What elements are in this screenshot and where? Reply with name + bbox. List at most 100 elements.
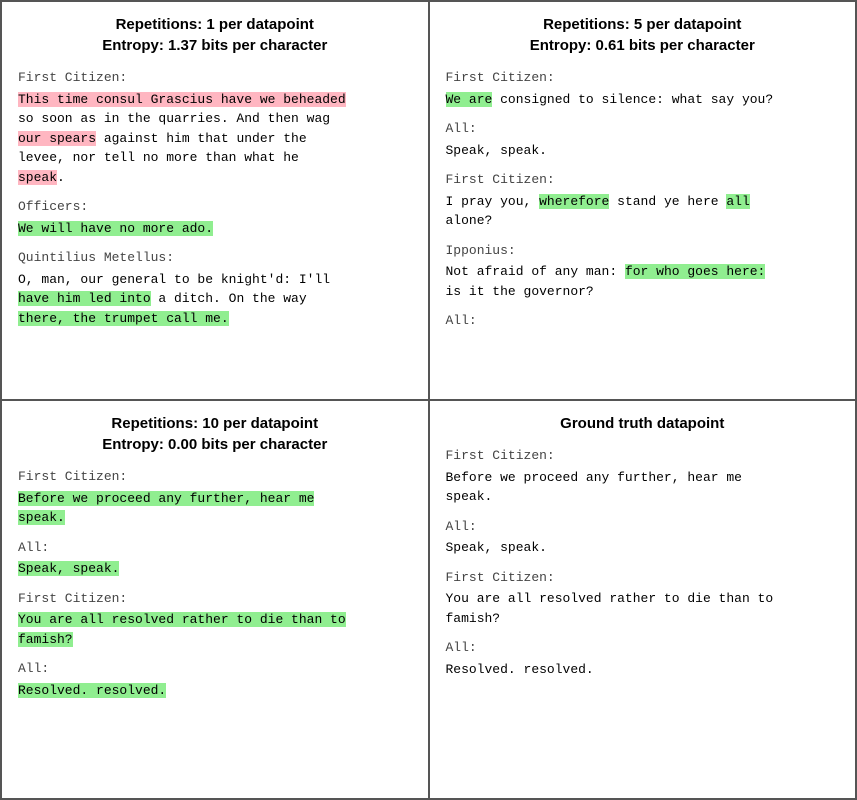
lines-bottom-left-3: Resolved. resolved. (18, 681, 412, 701)
lines-bottom-left-2: You are all resolved rather to die than … (18, 610, 412, 649)
line-bottom-left-1-0: Speak, speak. (18, 559, 412, 579)
lines-top-right-2: I pray you, wherefore stand ye here alla… (446, 192, 840, 231)
line-top-left-2-0: O, man, our general to be knight'd: I'll (18, 270, 412, 290)
cell-title-top-left: Repetitions: 1 per datapointEntropy: 1.3… (18, 14, 412, 56)
text-content-top-right: First Citizen:We are consigned to silenc… (446, 68, 840, 331)
lines-bottom-left-1: Speak, speak. (18, 559, 412, 579)
speaker-top-right-1: All: (446, 119, 840, 139)
line-top-left-0-4: speak. (18, 168, 412, 188)
lines-bottom-right-1: Speak, speak. (446, 538, 840, 558)
line-bottom-right-1-0: Speak, speak. (446, 538, 840, 558)
text-span: You are all resolved rather to die than … (446, 591, 774, 606)
text-content-top-left: First Citizen:This time consul Grascius … (18, 68, 412, 328)
text-content-bottom-right: First Citizen:Before we proceed any furt… (446, 446, 840, 679)
lines-top-right-0: We are consigned to silence: what say yo… (446, 90, 840, 110)
text-span: speak (18, 170, 57, 185)
speaker-top-left-0: First Citizen: (18, 68, 412, 88)
text-span: Not afraid of any man: (446, 264, 625, 279)
text-span: Resolved. resolved. (446, 662, 594, 677)
speaker-top-right-0: First Citizen: (446, 68, 840, 88)
text-span: stand ye here (609, 194, 726, 209)
text-span: our spears (18, 131, 96, 146)
line-top-left-2-1: have him led into a ditch. On the way (18, 289, 412, 309)
lines-bottom-right-2: You are all resolved rather to die than … (446, 589, 840, 628)
text-span: so soon (18, 111, 73, 126)
line-bottom-right-2-1: famish? (446, 609, 840, 629)
line-top-left-2-2: there, the trumpet call me. (18, 309, 412, 329)
text-content-bottom-left: First Citizen:Before we proceed any furt… (18, 467, 412, 700)
line-bottom-left-2-0: You are all resolved rather to die than … (18, 610, 412, 630)
text-span: Speak, speak. (446, 143, 547, 158)
line-top-right-3-1: is it the governor? (446, 282, 840, 302)
text-span: a ditch. On the way (151, 291, 307, 306)
text-span: . (57, 170, 65, 185)
line-top-right-2-0: I pray you, wherefore stand ye here all (446, 192, 840, 212)
line-bottom-left-3-0: Resolved. resolved. (18, 681, 412, 701)
line-top-right-3-0: Not afraid of any man: for who goes here… (446, 262, 840, 282)
line-bottom-left-2-1: famish? (18, 630, 412, 650)
cell-title-bottom-right: Ground truth datapoint (446, 413, 840, 434)
line-top-left-0-1: so soon as in the quarries. And then wag (18, 109, 412, 129)
speaker-bottom-right-0: First Citizen: (446, 446, 840, 466)
lines-bottom-right-0: Before we proceed any further, hear me sp… (446, 468, 840, 507)
text-span: , nor tell no more than what he (57, 150, 299, 165)
main-grid: Repetitions: 1 per datapointEntropy: 1.3… (0, 0, 857, 800)
cell-top-left: Repetitions: 1 per datapointEntropy: 1.3… (1, 1, 429, 400)
speaker-bottom-right-1: All: (446, 517, 840, 537)
line-bottom-right-2-0: You are all resolved rather to die than … (446, 589, 840, 609)
line-top-right-0-0: We are consigned to silence: what say yo… (446, 90, 840, 110)
lines-bottom-left-0: Before we proceed any further, hear me sp… (18, 489, 412, 528)
speaker-bottom-right-2: First Citizen: (446, 568, 840, 588)
speaker-bottom-right-3: All: (446, 638, 840, 658)
speaker-bottom-left-1: All: (18, 538, 412, 558)
text-span: Resolved. resolved. (18, 683, 166, 698)
speaker-top-right-4: All: (446, 311, 840, 331)
text-span: as in the quarries. And then wag (73, 111, 330, 126)
lines-top-right-3: Not afraid of any man: for who goes here… (446, 262, 840, 301)
cell-title-top-right: Repetitions: 5 per datapointEntropy: 0.6… (446, 14, 840, 56)
cell-bottom-right: Ground truth datapointFirst Citizen:Befo… (429, 400, 857, 799)
text-span: wherefore (539, 194, 609, 209)
text-span: Before we proceed any further, hear me (18, 491, 314, 506)
text-span: Before we proceed any further, hear me (446, 470, 742, 485)
cell-top-right: Repetitions: 5 per datapointEntropy: 0.6… (429, 1, 857, 400)
line-bottom-left-0-0: Before we proceed any further, hear me (18, 489, 412, 509)
text-span: levee (18, 150, 57, 165)
line-top-left-1-0: We will have no more ado. (18, 219, 412, 239)
text-span: You are all resolved rather to die than … (18, 612, 346, 627)
lines-top-left-2: O, man, our general to be knight'd: I'll… (18, 270, 412, 329)
text-span: We will have no more ado. (18, 221, 213, 236)
line-top-right-2-1: alone? (446, 211, 840, 231)
lines-top-left-1: We will have no more ado. (18, 219, 412, 239)
speaker-top-left-1: Officers: (18, 197, 412, 217)
speaker-bottom-left-0: First Citizen: (18, 467, 412, 487)
speaker-top-right-2: First Citizen: (446, 170, 840, 190)
line-bottom-right-3-0: Resolved. resolved. (446, 660, 840, 680)
lines-bottom-right-3: Resolved. resolved. (446, 660, 840, 680)
line-bottom-right-0-1: speak. (446, 487, 840, 507)
lines-top-right-1: Speak, speak. (446, 141, 840, 161)
text-span: all (726, 194, 749, 209)
line-top-left-0-2: our spears against him that under the (18, 129, 412, 149)
text-span: Speak, speak. (18, 561, 119, 576)
line-top-left-0-0: This time consul Grascius have we behead… (18, 90, 412, 110)
line-top-right-1-0: Speak, speak. (446, 141, 840, 161)
line-bottom-left-0-1: speak. (18, 508, 412, 528)
speaker-bottom-left-2: First Citizen: (18, 589, 412, 609)
text-span: I pray you, (446, 194, 540, 209)
text-span: O, man, our general to be knight'd: I'll (18, 272, 330, 287)
lines-top-left-0: This time consul Grascius have we behead… (18, 90, 412, 188)
text-span: is it the governor? (446, 284, 594, 299)
text-span: famish? (446, 611, 501, 626)
cell-bottom-left: Repetitions: 10 per datapointEntropy: 0.… (1, 400, 429, 799)
text-span: for who goes here: (625, 264, 765, 279)
speaker-bottom-left-3: All: (18, 659, 412, 679)
speaker-top-right-3: Ipponius: (446, 241, 840, 261)
text-span: consigned to silence: what say you? (492, 92, 773, 107)
text-span: speak. (446, 489, 493, 504)
text-span: against him that under the (96, 131, 307, 146)
text-span: Speak, speak. (446, 540, 547, 555)
cell-title-bottom-left: Repetitions: 10 per datapointEntropy: 0.… (18, 413, 412, 455)
text-span: speak. (18, 510, 65, 525)
text-span: famish? (18, 632, 73, 647)
